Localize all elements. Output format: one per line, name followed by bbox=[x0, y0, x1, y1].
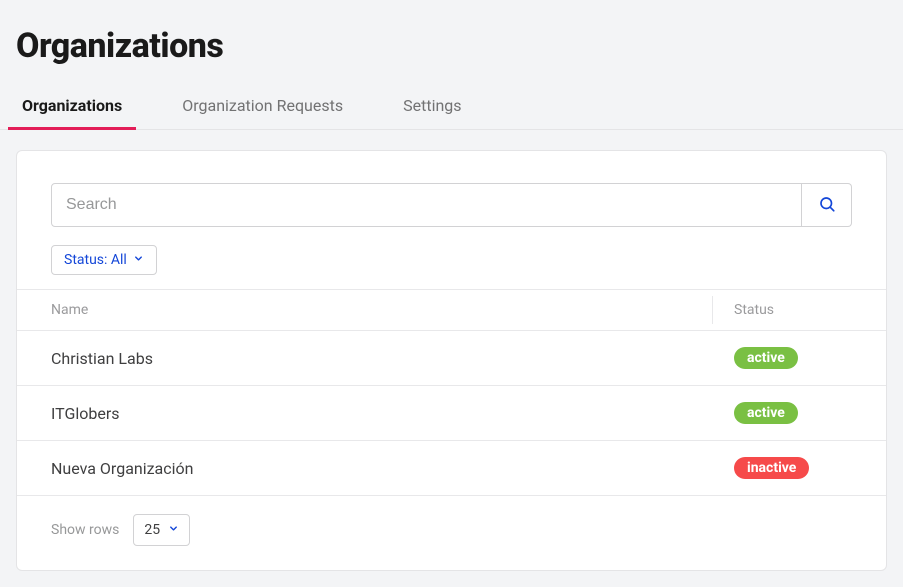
cell-status: inactive bbox=[726, 441, 886, 495]
table-header: Name Status bbox=[17, 289, 886, 331]
cell-status: active bbox=[726, 331, 886, 385]
table-row[interactable]: Nueva Organización inactive bbox=[17, 441, 886, 496]
searchbar bbox=[51, 183, 852, 227]
chevron-down-icon bbox=[133, 252, 144, 268]
search-button[interactable] bbox=[802, 183, 852, 227]
tab-organization-requests[interactable]: Organization Requests bbox=[176, 84, 349, 129]
search-icon bbox=[818, 195, 836, 216]
chevron-down-icon bbox=[168, 522, 179, 538]
cell-status: active bbox=[726, 386, 886, 440]
tabs: Organizations Organization Requests Sett… bbox=[0, 84, 903, 130]
column-name: Name bbox=[17, 290, 726, 330]
column-status: Status bbox=[726, 290, 886, 330]
organizations-panel: Status: All Name Status Christian Labs a… bbox=[16, 150, 887, 571]
table-row[interactable]: ITGlobers active bbox=[17, 386, 886, 441]
status-badge: active bbox=[734, 347, 798, 369]
status-badge: active bbox=[734, 402, 798, 424]
status-filter[interactable]: Status: All bbox=[51, 245, 157, 275]
show-rows-label: Show rows bbox=[51, 522, 119, 538]
page-size-value: 25 bbox=[144, 522, 160, 538]
cell-name: Christian Labs bbox=[17, 333, 726, 384]
page-size-select[interactable]: 25 bbox=[133, 514, 190, 546]
cell-name: ITGlobers bbox=[17, 388, 726, 439]
search-input[interactable] bbox=[51, 183, 802, 227]
tab-settings[interactable]: Settings bbox=[397, 84, 467, 129]
status-badge: inactive bbox=[734, 457, 809, 479]
table-row[interactable]: Christian Labs active bbox=[17, 331, 886, 386]
status-filter-label: Status: All bbox=[64, 252, 127, 268]
organizations-table: Name Status Christian Labs active ITGlob… bbox=[17, 289, 886, 496]
page-title: Organizations bbox=[0, 0, 903, 84]
filter-row: Status: All bbox=[17, 245, 886, 275]
cell-name: Nueva Organización bbox=[17, 443, 726, 494]
tab-organizations[interactable]: Organizations bbox=[16, 84, 128, 129]
pagination: Show rows 25 bbox=[17, 496, 886, 546]
